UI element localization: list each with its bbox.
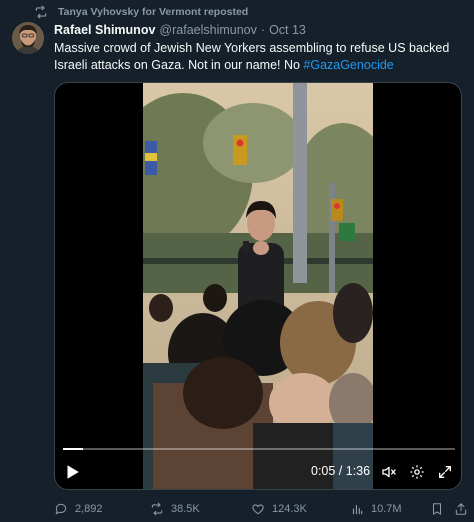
- video-frame[interactable]: [143, 83, 373, 489]
- tweet-actions: 2,892 38.5K 124.3K 10.7M: [54, 500, 467, 518]
- video-time: 0:05 / 1:36: [311, 464, 371, 478]
- repost-count: 38.5K: [171, 503, 200, 515]
- heart-icon: [252, 504, 264, 515]
- repost-button[interactable]: 38.5K: [150, 500, 200, 518]
- repost-label: Tanya Vyhovsky for Vermont reposted: [58, 6, 249, 18]
- settings-icon[interactable]: [409, 464, 425, 480]
- reply-button[interactable]: 2,892: [54, 500, 103, 518]
- tweet[interactable]: Tanya Vyhovsky for Vermont reposted Rafa…: [0, 0, 474, 522]
- like-button[interactable]: 124.3K: [251, 500, 307, 518]
- repost-context[interactable]: Tanya Vyhovsky for Vermont reposted: [34, 4, 248, 20]
- repost-icon: [151, 502, 163, 516]
- fullscreen-icon[interactable]: [437, 464, 453, 480]
- views-icon: [352, 504, 363, 515]
- author-handle[interactable]: @rafaelshimunov: [159, 23, 256, 37]
- tweet-text: Massive crowd of Jewish New Yorkers asse…: [54, 40, 459, 74]
- video-progress-bar[interactable]: [63, 448, 455, 450]
- share-icon: [455, 503, 467, 515]
- tweet-header: Rafael Shimunov @rafaelshimunov · Oct 13: [54, 22, 306, 38]
- author-name[interactable]: Rafael Shimunov: [54, 23, 155, 37]
- repost-icon: [35, 5, 47, 19]
- views-button[interactable]: 10.7M: [350, 500, 402, 518]
- share-button[interactable]: [454, 500, 468, 518]
- reply-count: 2,892: [75, 503, 103, 515]
- bookmark-icon: [432, 503, 442, 515]
- reply-icon: [55, 503, 67, 515]
- bookmark-button[interactable]: [430, 500, 444, 518]
- play-icon[interactable]: [63, 463, 81, 481]
- video-progress-fill: [63, 448, 84, 450]
- avatar[interactable]: [12, 22, 44, 54]
- avatar-image: [12, 22, 44, 54]
- mute-icon[interactable]: [381, 464, 397, 480]
- separator-dot: ·: [260, 23, 266, 37]
- video-player[interactable]: 0:05 / 1:36: [54, 82, 462, 490]
- view-count: 10.7M: [371, 503, 402, 515]
- like-count: 124.3K: [272, 503, 307, 515]
- tweet-date[interactable]: Oct 13: [269, 23, 306, 37]
- hashtag-link[interactable]: #GazaGenocide: [303, 58, 393, 72]
- video-still: [143, 83, 373, 489]
